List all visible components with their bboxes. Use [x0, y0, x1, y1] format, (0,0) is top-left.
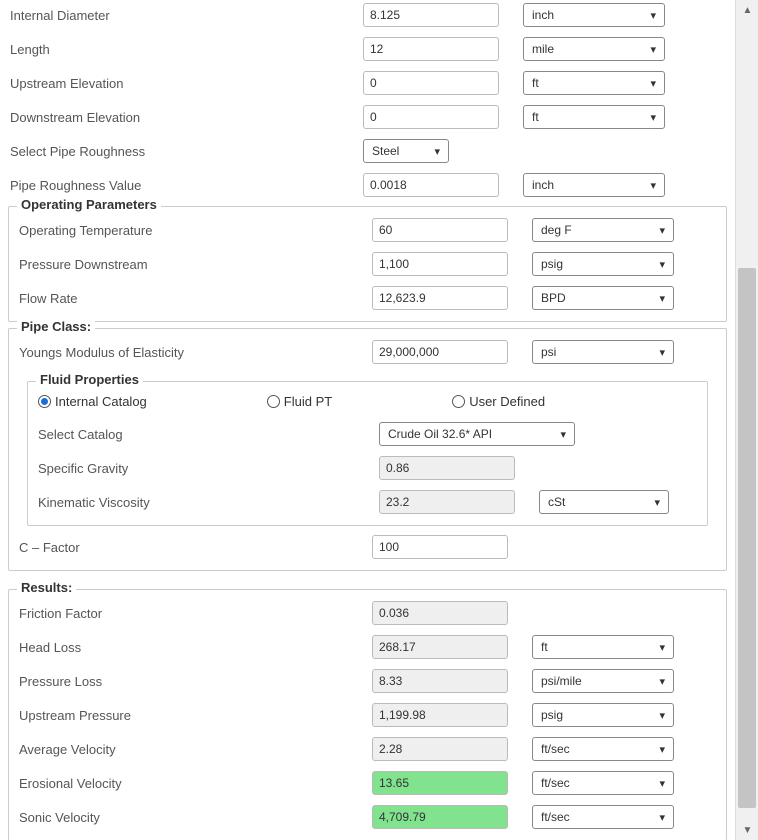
erosional-velocity-value: 13.65 — [372, 771, 508, 795]
kinematic-viscosity-label: Kinematic Viscosity — [36, 495, 379, 510]
internal-diameter-input[interactable] — [363, 3, 499, 27]
radio-internal-catalog[interactable]: Internal Catalog — [38, 394, 147, 409]
chevron-down-icon: ▾ — [659, 292, 665, 305]
sonic-velocity-unit-select[interactable]: ft/sec▾ — [532, 805, 674, 829]
pipe-roughness-value-label: Pipe Roughness Value — [8, 178, 363, 193]
operating-parameters-section: Operating Parameters Operating Temperatu… — [8, 206, 727, 322]
vertical-scrollbar[interactable]: ▲ ▼ — [735, 0, 758, 840]
erosional-velocity-unit-select[interactable]: ft/sec▾ — [532, 771, 674, 795]
youngs-modulus-unit-select[interactable]: psi▾ — [532, 340, 674, 364]
chevron-down-icon: ▾ — [659, 777, 665, 790]
kinematic-viscosity-unit-select[interactable]: cSt▾ — [539, 490, 669, 514]
flow-rate-input[interactable] — [372, 286, 508, 310]
fluid-properties-legend: Fluid Properties — [36, 372, 143, 387]
chevron-down-icon: ▾ — [659, 258, 665, 271]
chevron-down-icon: ▾ — [650, 43, 656, 56]
upstream-elevation-label: Upstream Elevation — [8, 76, 363, 91]
friction-factor-value: 0.036 — [372, 601, 508, 625]
chevron-down-icon: ▾ — [659, 811, 665, 824]
select-catalog-select[interactable]: Crude Oil 32.6* API▾ — [379, 422, 575, 446]
upstream-elevation-unit-select[interactable]: ft▾ — [523, 71, 665, 95]
select-catalog-label: Select Catalog — [36, 427, 379, 442]
pressure-loss-label: Pressure Loss — [17, 674, 372, 689]
internal-diameter-label: Internal Diameter — [8, 8, 363, 23]
pipe-roughness-value-unit-select[interactable]: inch▾ — [523, 173, 665, 197]
internal-diameter-unit-select[interactable]: inch▾ — [523, 3, 665, 27]
operating-temperature-label: Operating Temperature — [17, 223, 372, 238]
pressure-downstream-label: Pressure Downstream — [17, 257, 372, 272]
youngs-modulus-input[interactable] — [372, 340, 508, 364]
head-loss-label: Head Loss — [17, 640, 372, 655]
chevron-down-icon: ▾ — [659, 641, 665, 654]
chevron-down-icon: ▾ — [650, 9, 656, 22]
chevron-down-icon: ▾ — [650, 77, 656, 90]
results-section: Results: Friction Factor 0.036 Head Loss… — [8, 589, 727, 840]
scroll-thumb[interactable] — [738, 268, 756, 808]
pressure-downstream-input[interactable] — [372, 252, 508, 276]
downstream-elevation-input[interactable] — [363, 105, 499, 129]
select-pipe-roughness-label: Select Pipe Roughness — [8, 144, 363, 159]
pipe-roughness-select[interactable]: Steel▾ — [363, 139, 449, 163]
chevron-down-icon: ▾ — [659, 224, 665, 237]
pipe-roughness-value-input[interactable] — [363, 173, 499, 197]
length-input[interactable] — [363, 37, 499, 61]
chevron-down-icon: ▾ — [560, 428, 566, 441]
sonic-velocity-label: Sonic Velocity — [17, 810, 372, 825]
chevron-down-icon: ▾ — [659, 346, 665, 359]
radio-fluid-pt[interactable]: Fluid PT — [267, 394, 332, 409]
chevron-down-icon: ▾ — [434, 145, 440, 158]
scroll-down-arrow-icon[interactable]: ▼ — [736, 820, 758, 840]
erosional-velocity-label: Erosional Velocity — [17, 776, 372, 791]
head-loss-unit-select[interactable]: ft▾ — [532, 635, 674, 659]
scroll-track[interactable] — [736, 20, 758, 820]
flow-rate-unit-select[interactable]: BPD▾ — [532, 286, 674, 310]
flow-rate-label: Flow Rate — [17, 291, 372, 306]
scroll-up-arrow-icon[interactable]: ▲ — [736, 0, 758, 20]
length-unit-select[interactable]: mile▾ — [523, 37, 665, 61]
upstream-pressure-unit-select[interactable]: psig▾ — [532, 703, 674, 727]
sonic-velocity-value: 4,709.79 — [372, 805, 508, 829]
pipe-class-legend: Pipe Class: — [17, 319, 95, 334]
downstream-elevation-label: Downstream Elevation — [8, 110, 363, 125]
specific-gravity-value: 0.86 — [379, 456, 515, 480]
fluid-properties-section: Fluid Properties Internal Catalog Fluid … — [27, 381, 708, 526]
radio-user-defined[interactable]: User Defined — [452, 394, 545, 409]
chevron-down-icon: ▾ — [650, 179, 656, 192]
operating-temperature-input[interactable] — [372, 218, 508, 242]
form-scroll-area: Internal Diameter inch▾ Length mile▾ Ups… — [0, 0, 735, 840]
youngs-modulus-label: Youngs Modulus of Elasticity — [17, 345, 372, 360]
upstream-pressure-label: Upstream Pressure — [17, 708, 372, 723]
average-velocity-value: 2.28 — [372, 737, 508, 761]
downstream-elevation-unit-select[interactable]: ft▾ — [523, 105, 665, 129]
average-velocity-label: Average Velocity — [17, 742, 372, 757]
upstream-pressure-value: 1,199.98 — [372, 703, 508, 727]
c-factor-input[interactable] — [372, 535, 508, 559]
length-label: Length — [8, 42, 363, 57]
average-velocity-unit-select[interactable]: ft/sec▾ — [532, 737, 674, 761]
c-factor-label: C – Factor — [17, 540, 372, 555]
head-loss-value: 268.17 — [372, 635, 508, 659]
radio-icon — [452, 395, 465, 408]
specific-gravity-label: Specific Gravity — [36, 461, 379, 476]
pressure-downstream-unit-select[interactable]: psig▾ — [532, 252, 674, 276]
chevron-down-icon: ▾ — [654, 496, 660, 509]
operating-parameters-legend: Operating Parameters — [17, 197, 161, 212]
operating-temperature-unit-select[interactable]: deg F▾ — [532, 218, 674, 242]
results-legend: Results: — [17, 580, 76, 595]
radio-icon — [267, 395, 280, 408]
chevron-down-icon: ▾ — [659, 675, 665, 688]
upstream-elevation-input[interactable] — [363, 71, 499, 95]
pipe-class-section: Pipe Class: Youngs Modulus of Elasticity… — [8, 328, 727, 571]
friction-factor-label: Friction Factor — [17, 606, 372, 621]
chevron-down-icon: ▾ — [650, 111, 656, 124]
chevron-down-icon: ▾ — [659, 709, 665, 722]
pressure-loss-unit-select[interactable]: psi/mile▾ — [532, 669, 674, 693]
kinematic-viscosity-value: 23.2 — [379, 490, 515, 514]
chevron-down-icon: ▾ — [659, 743, 665, 756]
radio-icon — [38, 395, 51, 408]
pressure-loss-value: 8.33 — [372, 669, 508, 693]
